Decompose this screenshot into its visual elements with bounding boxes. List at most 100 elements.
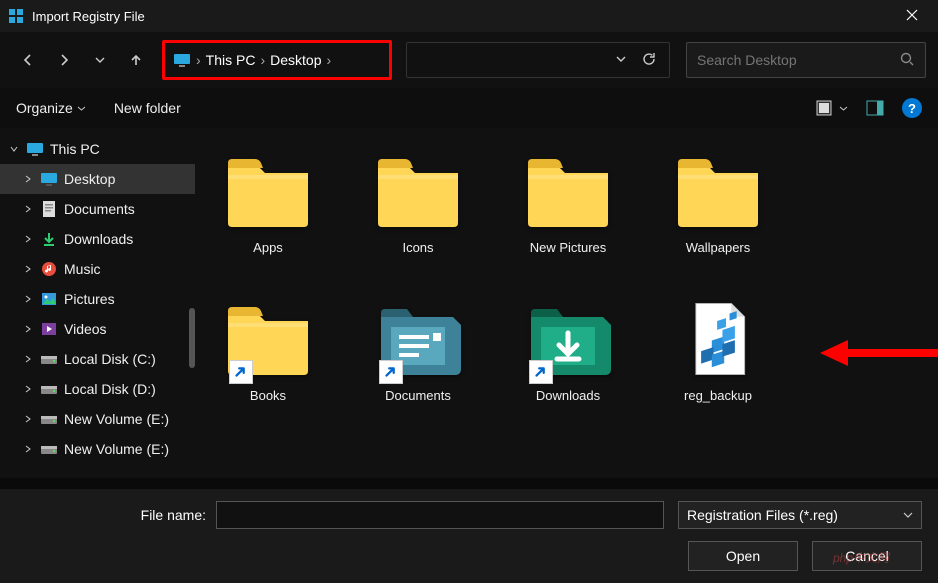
breadcrumb[interactable]: › This PC › Desktop › [162, 40, 392, 80]
sidebar-item-new-volume-e-[interactable]: New Volume (E:) [0, 434, 195, 464]
filename-input[interactable] [216, 501, 664, 529]
preview-pane-button[interactable] [866, 100, 884, 116]
close-button[interactable] [894, 4, 930, 28]
titlebar: Import Registry File [0, 0, 938, 32]
sidebar-item-label: Local Disk (C:) [64, 351, 156, 367]
file-item-new-pictures[interactable]: New Pictures [503, 140, 633, 280]
toolbar: Organize New folder ? [0, 88, 938, 128]
nav-row: › This PC › Desktop › [0, 32, 938, 88]
pc-icon[interactable] [173, 53, 191, 67]
chevron-down-icon[interactable] [8, 144, 20, 154]
file-label: Books [250, 388, 286, 403]
chevron-right-icon[interactable] [22, 294, 34, 304]
new-folder-button[interactable]: New folder [114, 100, 181, 116]
file-item-apps[interactable]: Apps [203, 140, 333, 280]
file-item-downloads[interactable]: Downloads [503, 288, 633, 428]
open-button[interactable]: Open [688, 541, 798, 571]
breadcrumb-this-pc[interactable]: This PC [206, 52, 256, 68]
file-label: Downloads [536, 388, 600, 403]
annotation-arrow [820, 338, 938, 371]
file-type-filter[interactable]: Registration Files (*.reg) [678, 501, 922, 529]
file-label: New Pictures [530, 240, 607, 255]
sidebar-item-videos[interactable]: Videos [0, 314, 195, 344]
sidebar-item-label: New Volume (E:) [64, 411, 169, 427]
chevron-right-icon[interactable] [22, 384, 34, 394]
file-item-icons[interactable]: Icons [353, 140, 483, 280]
videos-icon [40, 320, 58, 338]
sidebar-item-documents[interactable]: Documents [0, 194, 195, 224]
regedit-icon [8, 8, 24, 24]
window-title: Import Registry File [32, 9, 894, 24]
sidebar-item-label: Documents [64, 201, 135, 217]
chevron-right-icon[interactable] [22, 354, 34, 364]
downloads-icon [40, 230, 58, 248]
main-area: This PC Desktop Documents Downloads Music Pic… [0, 128, 938, 478]
organize-label: Organize [16, 100, 73, 116]
folder-icon [523, 146, 613, 236]
file-item-wallpapers[interactable]: Wallpapers [653, 140, 783, 280]
file-type-label: Registration Files (*.reg) [687, 507, 838, 523]
sidebar-item-downloads[interactable]: Downloads [0, 224, 195, 254]
refresh-button[interactable] [641, 51, 657, 70]
file-label: reg_backup [684, 388, 752, 403]
recent-dropdown[interactable] [84, 44, 116, 76]
sidebar-item-music[interactable]: Music [0, 254, 195, 284]
search-input[interactable] [697, 52, 899, 68]
address-dropdown[interactable] [615, 52, 627, 68]
sidebar-item-label: Videos [64, 321, 107, 337]
dlfolder-icon [523, 294, 613, 384]
disk-icon [40, 380, 58, 398]
sidebar-item-label: Pictures [64, 291, 115, 307]
bottom-panel: File name: Registration Files (*.reg) Op… [0, 489, 938, 583]
file-item-documents[interactable]: Documents [353, 288, 483, 428]
file-item-books[interactable]: Books [203, 288, 333, 428]
sidebar-item-this-pc[interactable]: This PC [0, 134, 195, 164]
breadcrumb-desktop[interactable]: Desktop [270, 52, 321, 68]
sidebar-item-new-volume-e-[interactable]: New Volume (E:) [0, 404, 195, 434]
folder-icon [223, 146, 313, 236]
chevron-right-icon: › [260, 52, 265, 68]
disk-icon [40, 350, 58, 368]
search-box[interactable] [686, 42, 926, 78]
sidebar-item-pictures[interactable]: Pictures [0, 284, 195, 314]
help-button[interactable]: ? [902, 98, 922, 118]
folder-icon [673, 146, 763, 236]
file-item-reg-backup[interactable]: reg_backup [653, 288, 783, 428]
docfolder-icon [373, 294, 463, 384]
address-bar-right [406, 42, 670, 78]
organize-menu[interactable]: Organize [16, 100, 86, 116]
filename-label: File name: [16, 507, 216, 523]
sidebar-item-label: Downloads [64, 231, 133, 247]
search-icon [899, 51, 915, 70]
back-button[interactable] [12, 44, 44, 76]
shortcut-overlay-icon [379, 360, 403, 384]
sidebar-item-label: This PC [50, 141, 100, 157]
file-label: Wallpapers [686, 240, 751, 255]
chevron-right-icon: › [196, 52, 201, 68]
regfile-icon [673, 294, 763, 384]
chevron-right-icon[interactable] [22, 174, 34, 184]
sidebar: This PC Desktop Documents Downloads Music Pic… [0, 128, 195, 478]
view-mode-button[interactable] [816, 100, 848, 116]
up-button[interactable] [120, 44, 152, 76]
sidebar-item-label: New Volume (E:) [64, 441, 169, 457]
chevron-right-icon[interactable] [22, 324, 34, 334]
sidebar-item-local-disk-c-[interactable]: Local Disk (C:) [0, 344, 195, 374]
sidebar-item-desktop[interactable]: Desktop [0, 164, 195, 194]
forward-button[interactable] [48, 44, 80, 76]
sidebar-item-local-disk-d-[interactable]: Local Disk (D:) [0, 374, 195, 404]
chevron-right-icon[interactable] [22, 204, 34, 214]
chevron-right-icon[interactable] [22, 264, 34, 274]
chevron-right-icon[interactable] [22, 414, 34, 424]
cancel-button[interactable]: Cancel php中文网 [812, 541, 922, 571]
shortcut-overlay-icon [229, 360, 253, 384]
folder-icon [373, 146, 463, 236]
documents-icon [40, 200, 58, 218]
chevron-right-icon[interactable] [22, 234, 34, 244]
chevron-right-icon[interactable] [22, 444, 34, 454]
sidebar-item-label: Local Disk (D:) [64, 381, 156, 397]
sidebar-item-label: Music [64, 261, 101, 277]
new-folder-label: New folder [114, 100, 181, 116]
desktop-icon [40, 170, 58, 188]
shortcut-overlay-icon [529, 360, 553, 384]
